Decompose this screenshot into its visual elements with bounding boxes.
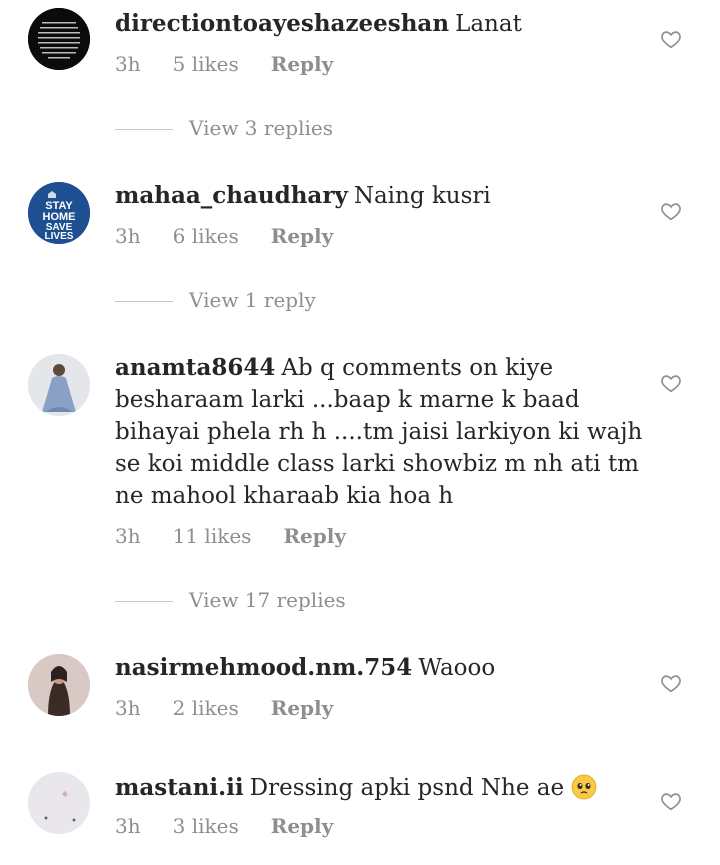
heart-icon[interactable] — [660, 672, 682, 694]
likes-count[interactable]: 6 likes — [173, 224, 239, 248]
comment-message: Lanat — [455, 11, 522, 37]
comment-meta: 3h 2 likes Reply — [115, 696, 365, 720]
comment-text: directiontoayeshazeeshan Lanat — [115, 8, 655, 40]
timestamp: 3h — [115, 52, 141, 76]
replies-divider — [115, 129, 173, 130]
reply-button[interactable]: Reply — [271, 224, 334, 248]
timestamp: 3h — [115, 696, 141, 720]
username[interactable]: mastani.ii — [115, 774, 244, 801]
view-replies-label: View 3 replies — [189, 116, 333, 140]
reply-button[interactable]: Reply — [271, 696, 334, 720]
timestamp: 3h — [115, 814, 141, 838]
replies-divider — [115, 601, 173, 602]
pleading-face-emoji-icon — [572, 774, 597, 800]
timestamp: 3h — [115, 224, 141, 248]
view-replies-label: View 1 reply — [189, 288, 316, 312]
avatar[interactable] — [28, 772, 90, 834]
comment-message: Dressing apki psnd Nhe ae — [249, 775, 565, 801]
avatar[interactable] — [28, 354, 90, 416]
comment-message: Naing kusri — [353, 183, 491, 209]
comment-text: mastani.ii Dressing apki psnd Nhe ae — [115, 772, 655, 804]
username[interactable]: mahaa_chaudhary — [115, 182, 348, 209]
view-replies-label: View 17 replies — [189, 588, 346, 612]
reply-button[interactable]: Reply — [271, 814, 334, 838]
username[interactable]: nasirmehmood.nm.754 — [115, 654, 412, 681]
likes-count[interactable]: 5 likes — [173, 52, 239, 76]
comment-meta: 3h 6 likes Reply — [115, 224, 365, 248]
heart-icon[interactable] — [660, 28, 682, 50]
reply-button[interactable]: Reply — [283, 524, 346, 548]
avatar[interactable] — [28, 8, 90, 70]
heart-icon[interactable] — [660, 790, 682, 812]
view-replies-button[interactable]: View 3 replies — [115, 116, 333, 140]
likes-count[interactable]: 3 likes — [173, 814, 239, 838]
comment-meta: 3h 5 likes Reply — [115, 52, 365, 76]
replies-divider — [115, 301, 173, 302]
heart-icon[interactable] — [660, 200, 682, 222]
avatar[interactable]: STAY HOME SAVE LIVES — [28, 182, 90, 244]
comment-meta: 3h 11 likes Reply — [115, 524, 378, 548]
reply-button[interactable]: Reply — [271, 52, 334, 76]
comment-message: Waooo — [418, 655, 496, 681]
heart-icon[interactable] — [660, 372, 682, 394]
avatar-text: LIVES — [45, 231, 74, 242]
comment-meta: 3h 3 likes Reply — [115, 814, 365, 838]
likes-count[interactable]: 2 likes — [173, 696, 239, 720]
username[interactable]: anamta8644 — [115, 354, 275, 381]
view-replies-button[interactable]: View 1 reply — [115, 288, 316, 312]
view-replies-button[interactable]: View 17 replies — [115, 588, 346, 612]
comment-text: mahaa_chaudhary Naing kusri — [115, 180, 655, 212]
comment-text: nasirmehmood.nm.754 Waooo — [115, 652, 655, 684]
timestamp: 3h — [115, 524, 141, 548]
likes-count[interactable]: 11 likes — [173, 524, 252, 548]
comment-text: anamta8644 Ab q comments on kiye besharaa… — [115, 352, 655, 512]
username[interactable]: directiontoayeshazeeshan — [115, 10, 449, 37]
avatar[interactable] — [28, 654, 90, 716]
